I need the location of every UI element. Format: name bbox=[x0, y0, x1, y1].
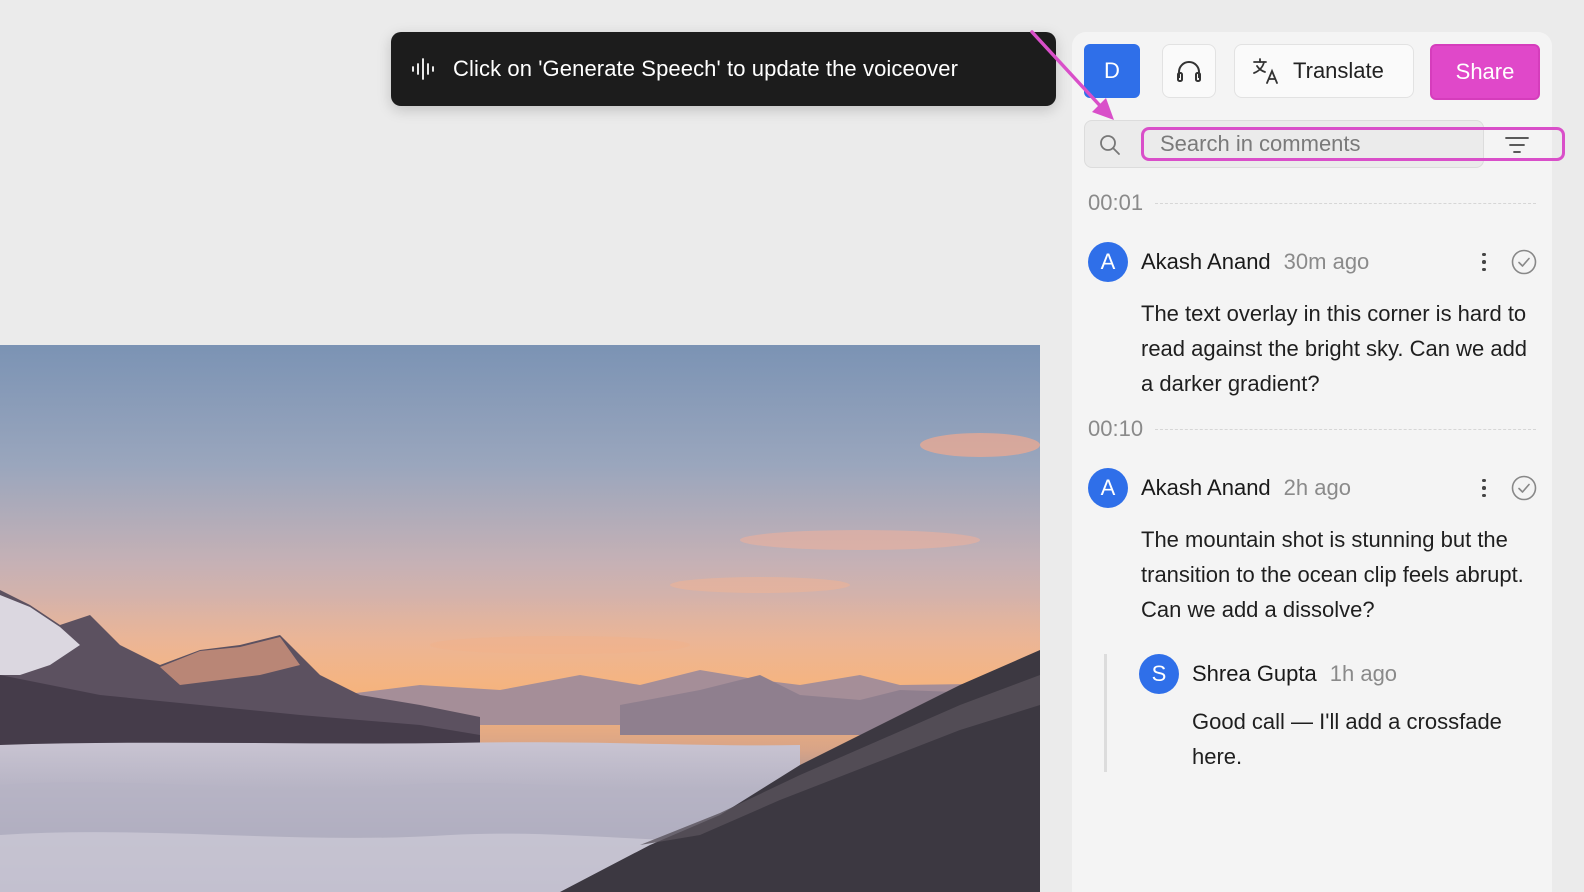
more-options-icon[interactable] bbox=[1478, 248, 1490, 276]
filter-icon bbox=[1505, 137, 1529, 153]
mountain-landscape-image bbox=[0, 433, 1040, 892]
reply-time: 1h ago bbox=[1329, 661, 1398, 686]
more-options-icon[interactable] bbox=[1478, 474, 1490, 502]
divider bbox=[1155, 428, 1536, 430]
share-button[interactable]: Share bbox=[1430, 44, 1540, 100]
search-bar bbox=[1084, 120, 1565, 168]
comments-panel: D Translate Share Search in comments 00:… bbox=[1072, 32, 1565, 892]
translate-icon bbox=[1253, 58, 1278, 84]
comment-author: Akash Anand bbox=[1141, 475, 1271, 500]
avatar-initial: S bbox=[1151, 661, 1167, 686]
timestamp-label: 00:01 bbox=[1088, 190, 1144, 215]
reply-thread: S Shrea Gupta 1h ago Good call — I'll ad… bbox=[1104, 654, 1524, 772]
timestamp-label: 00:10 bbox=[1088, 416, 1144, 441]
divider bbox=[1155, 202, 1536, 204]
comment-text: The mountain shot is stunning but the tr… bbox=[1141, 527, 1524, 622]
reply-author: Shrea Gupta bbox=[1192, 661, 1317, 686]
avatar: A bbox=[1088, 468, 1128, 508]
avatar: A bbox=[1088, 242, 1128, 282]
resolve-check-icon[interactable] bbox=[1510, 248, 1538, 276]
avatar-initial: A bbox=[1100, 249, 1116, 274]
waveform-icon bbox=[409, 54, 439, 84]
search-icon bbox=[1100, 135, 1120, 155]
avatar-initial: A bbox=[1100, 475, 1116, 500]
listen-button[interactable] bbox=[1162, 44, 1216, 98]
toast-message: Click on 'Generate Speech' to update the… bbox=[453, 56, 959, 81]
comment: A Akash Anand 2h ago The mountain shot i… bbox=[1088, 468, 1538, 627]
comment-time: 2h ago bbox=[1283, 475, 1351, 500]
video-preview[interactable] bbox=[0, 345, 1040, 892]
comment-author: Akash Anand bbox=[1141, 249, 1271, 274]
voiceover-toast: Click on 'Generate Speech' to update the… bbox=[391, 32, 1056, 106]
comment: A Akash Anand 30m ago The text overlay i… bbox=[1088, 242, 1538, 401]
comment-text: The text overlay in this corner is hard … bbox=[1141, 301, 1528, 396]
reply-text: Good call — I'll add a crossfade here. bbox=[1192, 709, 1502, 769]
translate-label: Translate bbox=[1293, 58, 1384, 83]
filter-button[interactable] bbox=[1497, 130, 1537, 160]
share-label: Share bbox=[1455, 59, 1515, 84]
app-window: Click on 'Generate Speech' to update the… bbox=[0, 0, 1584, 892]
headphones-icon bbox=[1177, 61, 1201, 82]
timestamp-divider[interactable]: 00:01 bbox=[1088, 190, 1536, 216]
timestamp-divider[interactable]: 00:10 bbox=[1088, 416, 1536, 442]
user-avatar[interactable]: D bbox=[1084, 44, 1140, 98]
translate-button[interactable]: Translate bbox=[1234, 44, 1414, 98]
user-initial: D bbox=[1104, 58, 1120, 83]
comment-time: 30m ago bbox=[1283, 249, 1370, 274]
resolve-check-icon[interactable] bbox=[1510, 474, 1538, 502]
avatar: S bbox=[1139, 654, 1179, 694]
